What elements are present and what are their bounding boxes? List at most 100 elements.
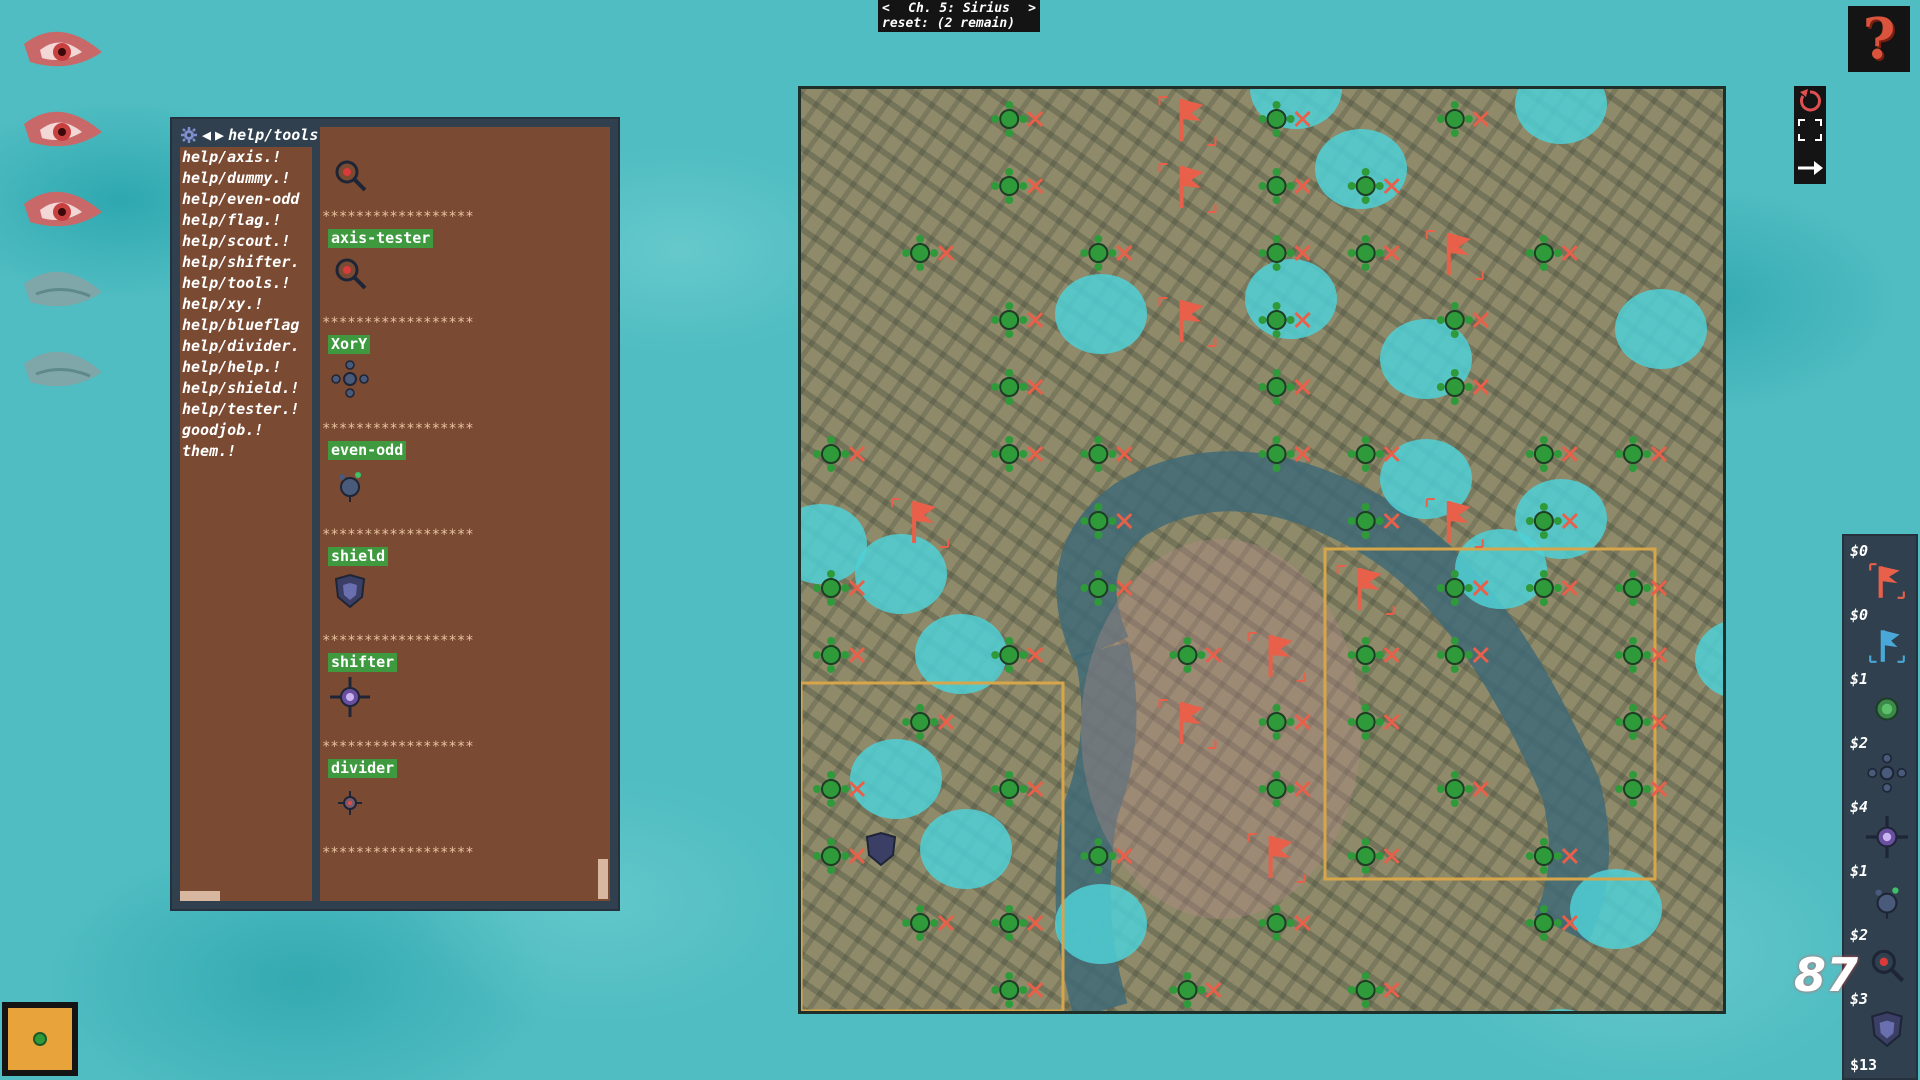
action-button[interactable] (2, 1002, 78, 1076)
manual-list-item[interactable]: help/shield.! (180, 378, 312, 399)
gear-icon[interactable] (180, 126, 198, 144)
manual-list-item[interactable]: help/tools.! (180, 273, 312, 294)
manual-list-item[interactable]: help/axis.! (180, 147, 312, 168)
next-arrow-icon[interactable] (1798, 161, 1823, 175)
scout-marker[interactable] (1436, 771, 1473, 807)
manual-list-item[interactable]: help/flag.! (180, 210, 312, 231)
scout-marker[interactable] (1614, 704, 1651, 740)
fullscreen-icon[interactable] (1798, 119, 1822, 141)
scout-marker[interactable] (1258, 369, 1295, 405)
scout-marker[interactable] (902, 235, 939, 271)
scout-marker[interactable] (1347, 838, 1384, 874)
scout-marker[interactable] (991, 302, 1028, 338)
tool-tag-even-odd[interactable]: even-odd (328, 441, 407, 460)
scout-marker[interactable] (1614, 637, 1651, 673)
revealed-cell[interactable] (1315, 129, 1407, 209)
reset-button[interactable]: reset: (2 remain) (882, 16, 1036, 31)
manual-list-item[interactable]: help/shifter. (180, 252, 312, 273)
undo-icon[interactable] (1800, 89, 1821, 112)
scout-marker[interactable] (1525, 436, 1562, 472)
revealed-cell[interactable] (1570, 869, 1662, 949)
red-flag-icon[interactable] (1158, 163, 1217, 213)
revealed-cell[interactable] (1055, 884, 1147, 964)
scout-marker[interactable] (1525, 235, 1562, 271)
tool-tag-axis-tester[interactable]: axis-tester (328, 229, 434, 248)
scout-marker[interactable] (1258, 905, 1295, 941)
nav-prev-button[interactable]: ◀ (202, 126, 211, 144)
scout-marker[interactable] (1258, 168, 1295, 204)
manual-list-item[interactable]: help/xy.! (180, 294, 312, 315)
revealed-cell[interactable] (850, 739, 942, 819)
scout-marker[interactable] (1347, 972, 1384, 1008)
tool-tag-divider[interactable]: divider (328, 759, 398, 778)
scout-marker[interactable] (991, 369, 1028, 405)
list-scrollbar[interactable] (180, 891, 220, 901)
revealed-cell[interactable] (855, 534, 947, 614)
scout-marker[interactable] (991, 101, 1028, 137)
shield-icon (1866, 1008, 1908, 1050)
game-board[interactable] (798, 86, 1726, 1014)
scout-marker[interactable] (991, 905, 1028, 941)
scout-marker[interactable] (1347, 436, 1384, 472)
manual-list-item[interactable]: help/dummy.! (180, 168, 312, 189)
scout-marker[interactable] (1614, 570, 1651, 606)
scout-marker[interactable] (1614, 771, 1651, 807)
revealed-cell[interactable] (1695, 619, 1723, 699)
manual-list-item[interactable]: help/help.! (180, 357, 312, 378)
separator: ****************** (322, 739, 474, 755)
scout-marker[interactable] (1436, 101, 1473, 137)
revealed-cell[interactable] (1515, 89, 1607, 144)
scout-marker[interactable] (1614, 436, 1651, 472)
manual-list-item[interactable]: help/even-odd (180, 189, 312, 210)
revealed-cell[interactable] (1250, 89, 1342, 129)
scout-marker[interactable] (1347, 235, 1384, 271)
scout-marker[interactable] (1169, 972, 1206, 1008)
tool-tag-xory[interactable]: XorY (328, 335, 371, 354)
shop-item[interactable]: $1 (1848, 862, 1914, 922)
scout-marker[interactable] (991, 168, 1028, 204)
manual-list-item[interactable]: help/tester.! (180, 399, 312, 420)
manual-list-item[interactable]: help/divider. (180, 336, 312, 357)
scout-marker[interactable] (991, 972, 1028, 1008)
shop-item[interactable]: $1 (1848, 670, 1914, 730)
scout-marker[interactable] (1080, 235, 1117, 271)
scout-marker[interactable] (902, 704, 939, 740)
even-odd-icon (1866, 880, 1908, 922)
dot-icon (33, 1032, 47, 1046)
shield-icon[interactable] (865, 831, 897, 867)
revealed-cell[interactable] (1055, 274, 1147, 354)
scout-marker[interactable] (813, 838, 849, 874)
nav-next-button[interactable]: ▶ (215, 126, 224, 144)
shop-price: $2 (1850, 926, 1869, 944)
scout-marker[interactable] (902, 905, 939, 941)
help-button[interactable]: ? (1848, 6, 1910, 72)
scout-marker[interactable] (991, 436, 1028, 472)
shop-item[interactable]: $2 (1848, 734, 1914, 794)
manual-list-item[interactable]: help/blueflag (180, 315, 312, 336)
red-flag-icon[interactable] (1425, 230, 1484, 280)
shop-item[interactable]: $4 (1848, 798, 1914, 858)
scout-marker[interactable] (1080, 436, 1117, 472)
shop-item[interactable]: $0 (1848, 606, 1914, 666)
scout-marker[interactable] (813, 436, 849, 472)
red-flag-icon[interactable] (1158, 297, 1217, 347)
tool-tag-shield[interactable]: shield (328, 547, 389, 566)
revealed-cell[interactable] (1615, 289, 1707, 369)
revealed-cell[interactable] (1245, 259, 1337, 339)
manual-list-item[interactable]: them.! (180, 441, 312, 462)
board-grid[interactable] (801, 89, 1723, 1011)
scout-marker[interactable] (991, 771, 1028, 807)
revealed-cell[interactable] (920, 809, 1012, 889)
scout-marker[interactable] (813, 771, 849, 807)
red-flag-icon[interactable] (1158, 96, 1217, 146)
chapter-prev-button[interactable]: < (882, 1, 890, 16)
tool-tag-shifter[interactable]: shifter (328, 653, 398, 672)
manual-list-item[interactable]: goodjob.! (180, 420, 312, 441)
red-flag-icon[interactable] (1336, 565, 1395, 615)
revealed-cell[interactable] (1515, 1009, 1607, 1011)
scout-marker[interactable] (813, 637, 849, 673)
manual-list-item[interactable]: help/scout.! (180, 231, 312, 252)
chapter-next-button[interactable]: > (1028, 1, 1036, 16)
shop-item[interactable]: $0 (1848, 542, 1914, 602)
page-scrollbar[interactable] (598, 859, 608, 899)
